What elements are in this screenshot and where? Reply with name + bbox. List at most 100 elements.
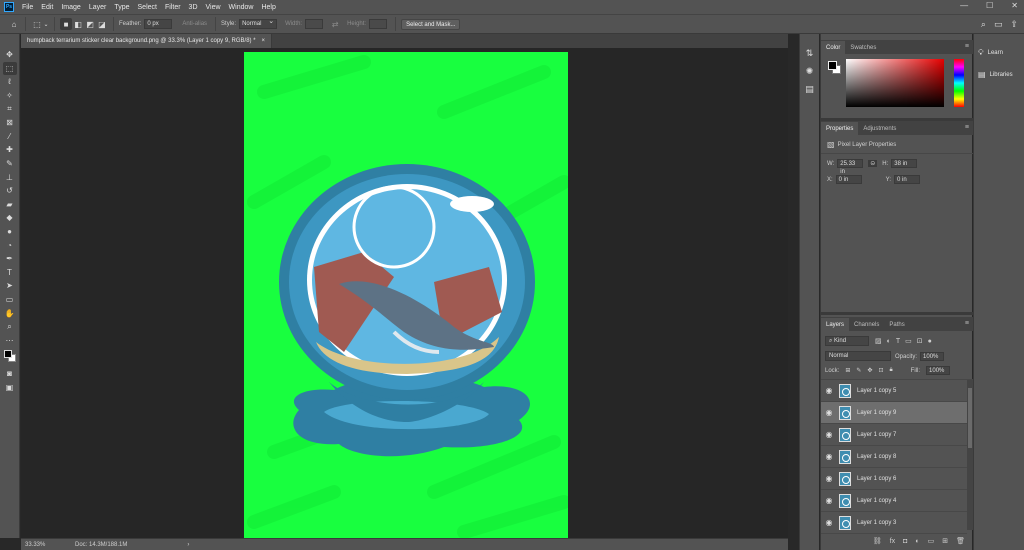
- visibility-eye-icon[interactable]: ◉: [821, 452, 837, 461]
- add-selection-icon[interactable]: ◧: [72, 18, 84, 30]
- tab-channels[interactable]: Channels: [849, 318, 884, 331]
- layer-style-icon[interactable]: fx: [890, 538, 895, 545]
- menu-layer[interactable]: Layer: [89, 4, 107, 11]
- brush-icon[interactable]: ✎: [3, 157, 17, 171]
- document-canvas[interactable]: [244, 52, 568, 538]
- layer-name[interactable]: Layer 1 copy 8: [857, 454, 896, 460]
- quick-mask-icon[interactable]: ◙: [3, 367, 17, 381]
- menu-file[interactable]: File: [22, 4, 33, 11]
- color-panel-menu-icon[interactable]: ≡: [965, 43, 969, 50]
- filter-type-icon[interactable]: T: [896, 338, 900, 345]
- layer-name[interactable]: Layer 1 copy 3: [857, 520, 896, 526]
- layer-row[interactable]: ◉ Layer 1 copy 7: [821, 424, 967, 446]
- add-mask-icon[interactable]: ◘: [903, 538, 907, 545]
- blur-icon[interactable]: ●: [3, 225, 17, 239]
- filter-adjustment-icon[interactable]: ◐: [887, 338, 891, 345]
- filter-toggle-icon[interactable]: ●: [928, 338, 932, 345]
- close-tab-icon[interactable]: ×: [262, 38, 266, 44]
- hand-icon[interactable]: ✋: [3, 306, 17, 320]
- frame-icon[interactable]: ⊠: [3, 116, 17, 130]
- subtract-selection-icon[interactable]: ◩: [84, 18, 96, 30]
- canvas-area[interactable]: [21, 48, 788, 538]
- new-group-icon[interactable]: ▭: [928, 537, 935, 545]
- color-picker-field[interactable]: [846, 59, 944, 107]
- crop-icon[interactable]: ⌗: [3, 102, 17, 116]
- dodge-icon[interactable]: ◔: [3, 238, 17, 252]
- layer-row-selected[interactable]: ◉ Layer 1 copy 9: [821, 402, 967, 424]
- lock-paint-icon[interactable]: ✎: [856, 367, 861, 374]
- lasso-icon[interactable]: ℓ: [3, 75, 17, 89]
- link-icon[interactable]: ⊝: [868, 160, 878, 167]
- height-input[interactable]: [369, 19, 388, 29]
- y-field[interactable]: 0 in: [894, 175, 921, 184]
- visibility-eye-icon[interactable]: ◉: [821, 386, 837, 395]
- move-tool-icon[interactable]: ✥: [3, 48, 17, 62]
- rectangular-marquee-icon[interactable]: ⬚: [2, 61, 17, 76]
- workspace-icon[interactable]: ▭: [994, 19, 1003, 30]
- filter-smart-icon[interactable]: ⊡: [917, 337, 923, 345]
- layer-row[interactable]: ◉ Layer 1 copy 5: [821, 380, 967, 402]
- history-panel-icon[interactable]: ⇅: [803, 46, 817, 60]
- foreground-color-swatch[interactable]: [3, 350, 12, 359]
- menu-window[interactable]: Window: [229, 4, 254, 11]
- layer-name[interactable]: Layer 1 copy 9: [857, 410, 896, 416]
- path-selection-icon[interactable]: ➤: [3, 279, 17, 293]
- visibility-eye-icon[interactable]: ◉: [821, 474, 837, 483]
- learn-button[interactable]: 💡︎ Learn: [978, 48, 1003, 58]
- magic-wand-icon[interactable]: ✧: [3, 89, 17, 103]
- home-icon[interactable]: ⌂: [8, 18, 20, 30]
- visibility-eye-icon[interactable]: ◉: [821, 408, 837, 417]
- filter-pixel-icon[interactable]: ▨: [875, 337, 882, 345]
- history-brush-icon[interactable]: ↺: [3, 184, 17, 198]
- swap-icon[interactable]: ⇄: [329, 18, 341, 30]
- document-tab[interactable]: humpback terrarium sticker clear backgro…: [21, 34, 273, 48]
- visibility-eye-icon[interactable]: ◉: [821, 496, 837, 505]
- brushes-panel-icon[interactable]: ✺: [803, 64, 817, 78]
- tab-properties[interactable]: Properties: [821, 122, 859, 135]
- status-menu-arrow[interactable]: ›: [187, 542, 189, 548]
- menu-image[interactable]: Image: [61, 4, 80, 11]
- type-tool-icon[interactable]: T: [3, 266, 17, 280]
- menu-select[interactable]: Select: [138, 4, 157, 11]
- foreground-background-colors[interactable]: [3, 349, 17, 363]
- share-icon[interactable]: ⇪: [1010, 19, 1018, 30]
- tab-adjustments[interactable]: Adjustments: [858, 122, 901, 135]
- chevron-down-icon[interactable]: ⌄: [43, 18, 49, 30]
- layer-name[interactable]: Layer 1 copy 4: [857, 498, 896, 504]
- zoom-icon[interactable]: ⌕: [3, 320, 17, 334]
- lock-artboard-icon[interactable]: ⊡: [878, 367, 883, 374]
- intersect-selection-icon[interactable]: ◪: [96, 18, 108, 30]
- link-layers-icon[interactable]: ⛓: [873, 537, 882, 545]
- healing-brush-icon[interactable]: ✚: [3, 143, 17, 157]
- paint-bucket-icon[interactable]: ◆: [3, 211, 17, 225]
- pen-icon[interactable]: ✒: [3, 252, 17, 266]
- layer-row[interactable]: ◉ Layer 1 copy 3: [821, 512, 967, 534]
- search-icon[interactable]: ⌕: [981, 19, 986, 30]
- eraser-icon[interactable]: ▰: [3, 198, 17, 212]
- select-and-mask-button[interactable]: Select and Mask...: [401, 18, 461, 30]
- layers-scrollbar-thumb[interactable]: [968, 388, 972, 448]
- layer-name[interactable]: Layer 1 copy 5: [857, 388, 896, 394]
- fill-input[interactable]: 100%: [926, 366, 951, 375]
- width-field[interactable]: 25.33 in: [837, 159, 864, 175]
- maximize-button[interactable]: ☐: [986, 1, 993, 10]
- marquee-preset-icon[interactable]: ⬚: [31, 18, 43, 30]
- style-select[interactable]: Normal: [239, 18, 278, 29]
- layer-row[interactable]: ◉ Layer 1 copy 6: [821, 468, 967, 490]
- lock-pixels-icon[interactable]: ⊞: [845, 367, 850, 374]
- clone-stamp-icon[interactable]: ⊥: [3, 170, 17, 184]
- blend-mode-select[interactable]: Normal: [825, 351, 891, 361]
- menu-3d[interactable]: 3D: [189, 4, 198, 11]
- minimize-button[interactable]: —: [960, 1, 968, 10]
- hue-slider[interactable]: [954, 59, 964, 107]
- tab-color[interactable]: Color: [821, 41, 846, 54]
- more-tools-icon[interactable]: ⋯: [3, 333, 17, 347]
- lock-all-icon[interactable]: 🔒︎: [889, 367, 892, 374]
- properties-panel-menu-icon[interactable]: ≡: [965, 124, 969, 131]
- libraries-panel-icon[interactable]: ▤: [803, 82, 817, 96]
- tab-paths[interactable]: Paths: [884, 318, 909, 331]
- layer-name[interactable]: Layer 1 copy 6: [857, 476, 896, 482]
- menu-view[interactable]: View: [206, 4, 221, 11]
- width-input[interactable]: [305, 19, 324, 29]
- opacity-input[interactable]: 100%: [920, 352, 945, 361]
